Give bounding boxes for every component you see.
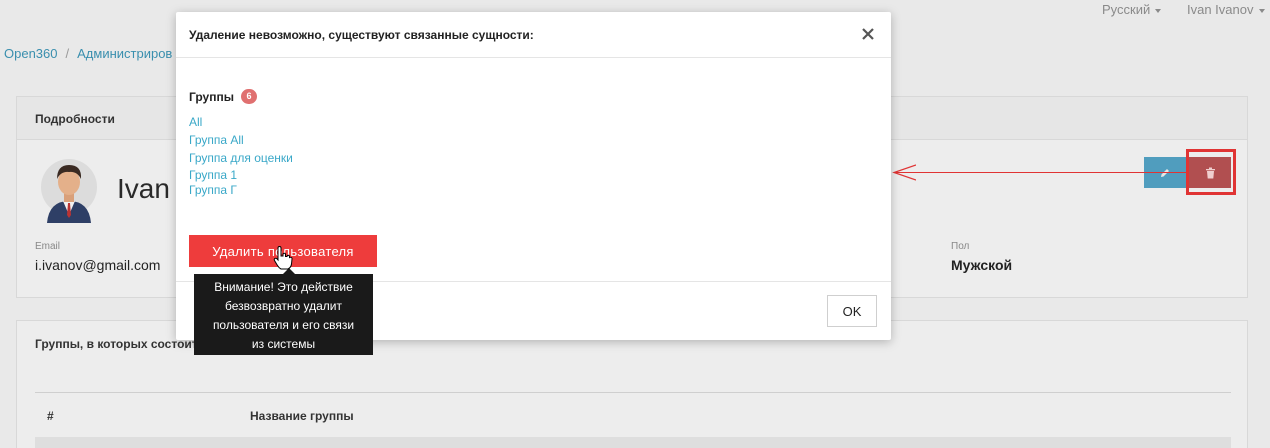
- breadcrumb-home[interactable]: Open360: [4, 46, 58, 61]
- group-link[interactable]: All: [189, 115, 202, 129]
- tooltip-line: безвозвратно удалит: [225, 299, 342, 313]
- modal-header: Удаление невозможно, существуют связанны…: [176, 12, 891, 58]
- groups-card-title: Группы, в которых состоит: [35, 337, 198, 351]
- email-label: Email: [35, 241, 61, 252]
- warning-tooltip: Внимание! Это действие безвозвратно удал…: [194, 274, 373, 355]
- language-label: Русский: [1102, 2, 1151, 17]
- table-divider: [35, 392, 1231, 393]
- modal-title: Удаление невозможно, существуют связанны…: [189, 28, 534, 42]
- groups-section-label: Группы: [189, 90, 234, 104]
- table-header-group-name: Название группы: [250, 409, 354, 423]
- tooltip-line: Внимание! Это действие: [214, 280, 353, 294]
- user-full-name: Ivan: [117, 173, 170, 204]
- sex-value: Мужской: [951, 257, 1013, 273]
- close-button[interactable]: [861, 24, 877, 44]
- group-link[interactable]: Группа для оценки: [189, 151, 293, 165]
- group-link[interactable]: Группа Г: [189, 183, 237, 197]
- delete-button-highlight: [1186, 149, 1236, 195]
- close-icon: [862, 28, 874, 40]
- tooltip-line: из системы: [251, 337, 316, 351]
- tooltip-line: пользователя и его связи: [212, 318, 355, 332]
- user-name: Ivan Ivanov: [1187, 2, 1254, 17]
- breadcrumb-admin[interactable]: Администриров: [77, 46, 172, 61]
- language-selector[interactable]: Русский: [1102, 2, 1162, 17]
- email-value: i.ivanov@gmail.com: [35, 257, 161, 273]
- arrow-head-icon: [892, 164, 916, 181]
- annotation-arrow-line: [894, 172, 1186, 173]
- table-row: [35, 437, 1231, 448]
- groups-count-badge: 6: [241, 89, 257, 104]
- group-link[interactable]: Группа 1: [189, 168, 237, 182]
- user-menu[interactable]: Ivan Ivanov: [1187, 2, 1265, 17]
- chevron-down-icon: [1258, 8, 1265, 13]
- breadcrumb: Open360/Администриров: [4, 46, 173, 61]
- table-header-number: #: [47, 409, 54, 423]
- ok-button[interactable]: OK: [827, 295, 877, 327]
- details-title: Подробности: [35, 112, 115, 126]
- avatar: [41, 159, 97, 223]
- hand-cursor-icon: [273, 246, 293, 270]
- group-link[interactable]: Группа All: [189, 133, 244, 147]
- sex-label: Пол: [951, 241, 970, 252]
- chevron-down-icon: [1155, 8, 1162, 13]
